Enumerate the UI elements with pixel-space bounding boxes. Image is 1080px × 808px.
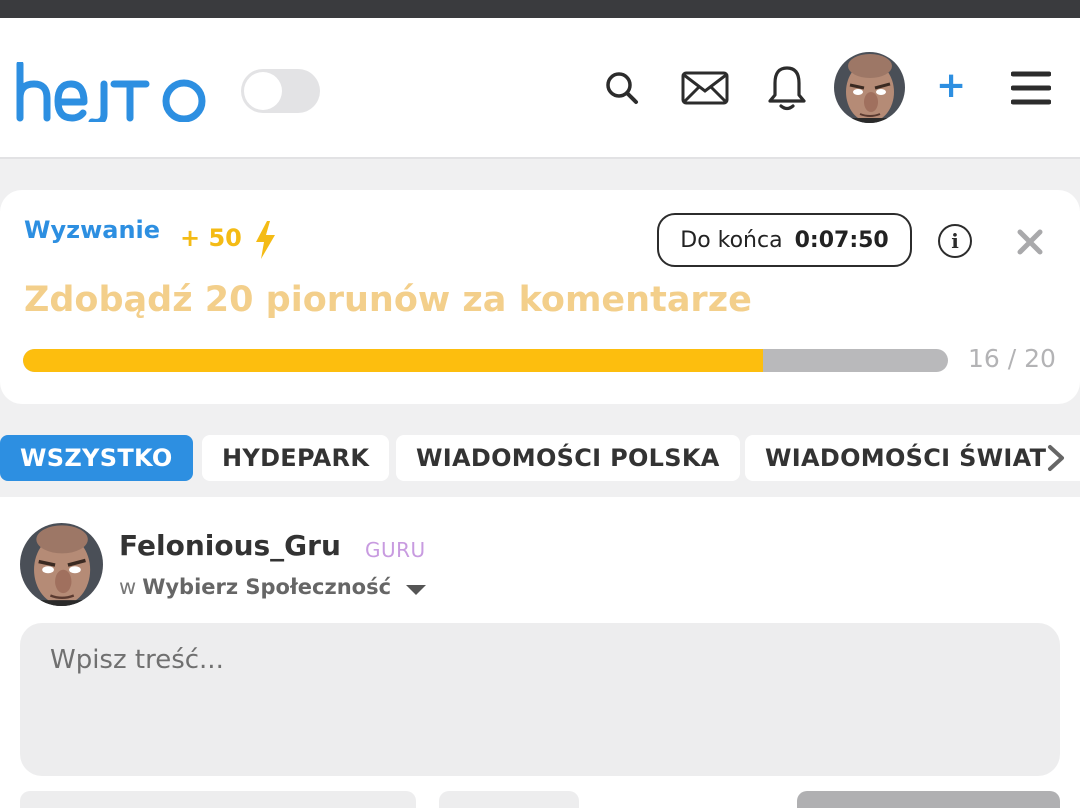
challenge-progress-text: 16 / 20 xyxy=(968,344,1056,373)
challenge-label: Wyzwanie xyxy=(24,216,161,244)
composer-option-1[interactable] xyxy=(20,791,416,808)
challenge-timer: Do końca 0:07:50 xyxy=(657,213,912,267)
chevron-right-icon[interactable] xyxy=(1044,443,1068,473)
tab-hydepark[interactable]: HYDEPARK xyxy=(202,435,390,481)
lightning-icon xyxy=(256,221,275,259)
composer-option-2[interactable] xyxy=(439,791,579,808)
dark-mode-toggle[interactable] xyxy=(241,69,320,113)
toggle-knob xyxy=(244,72,282,110)
info-icon[interactable]: i xyxy=(938,224,972,258)
category-tabs: WSZYSTKO HYDEPARK WIADOMOŚCI POLSKA WIAD… xyxy=(0,435,1080,481)
search-icon[interactable] xyxy=(604,70,640,106)
challenge-points: + 50 xyxy=(180,224,242,252)
challenge-card: Wyzwanie + 50 Do końca 0:07:50 i Zdobądź… xyxy=(0,190,1080,404)
timer-label: Do końca xyxy=(680,227,783,253)
top-header: + xyxy=(0,18,1080,159)
user-rank-badge: GURU xyxy=(365,538,426,562)
community-label: Wybierz Społeczność xyxy=(142,575,392,599)
timer-value: 0:07:50 xyxy=(794,227,889,253)
post-composer: Felonious_Gru GURU w Wybierz Społeczność … xyxy=(0,497,1080,808)
composer-avatar xyxy=(20,523,103,606)
composer-username: Felonious_Gru xyxy=(119,529,341,562)
hejto-logo[interactable] xyxy=(14,62,214,122)
status-bar xyxy=(0,0,1080,18)
add-post-button[interactable]: + xyxy=(936,66,966,106)
community-selector[interactable]: w Wybierz Społeczność xyxy=(119,575,391,599)
user-avatar[interactable] xyxy=(834,52,905,123)
challenge-title: Zdobądź 20 piorunów za komentarze xyxy=(24,280,752,320)
bell-icon[interactable] xyxy=(768,64,806,112)
menu-icon[interactable] xyxy=(1011,70,1051,106)
close-icon[interactable] xyxy=(1016,228,1044,256)
challenge-progress-fill xyxy=(23,349,763,372)
tab-wiadomosci-polska[interactable]: WIADOMOŚCI POLSKA xyxy=(396,435,740,481)
chevron-down-icon[interactable] xyxy=(405,583,427,597)
community-prefix: w xyxy=(119,575,137,599)
challenge-progress-bar xyxy=(23,349,948,372)
post-content-input[interactable]: Wpisz treść... xyxy=(20,623,1060,776)
tab-wiadomosci-swiat[interactable]: WIADOMOŚCI ŚWIAT xyxy=(745,435,1080,481)
tab-wszystko[interactable]: WSZYSTKO xyxy=(0,435,193,481)
mail-icon[interactable] xyxy=(681,71,729,105)
publish-button[interactable] xyxy=(797,791,1060,808)
